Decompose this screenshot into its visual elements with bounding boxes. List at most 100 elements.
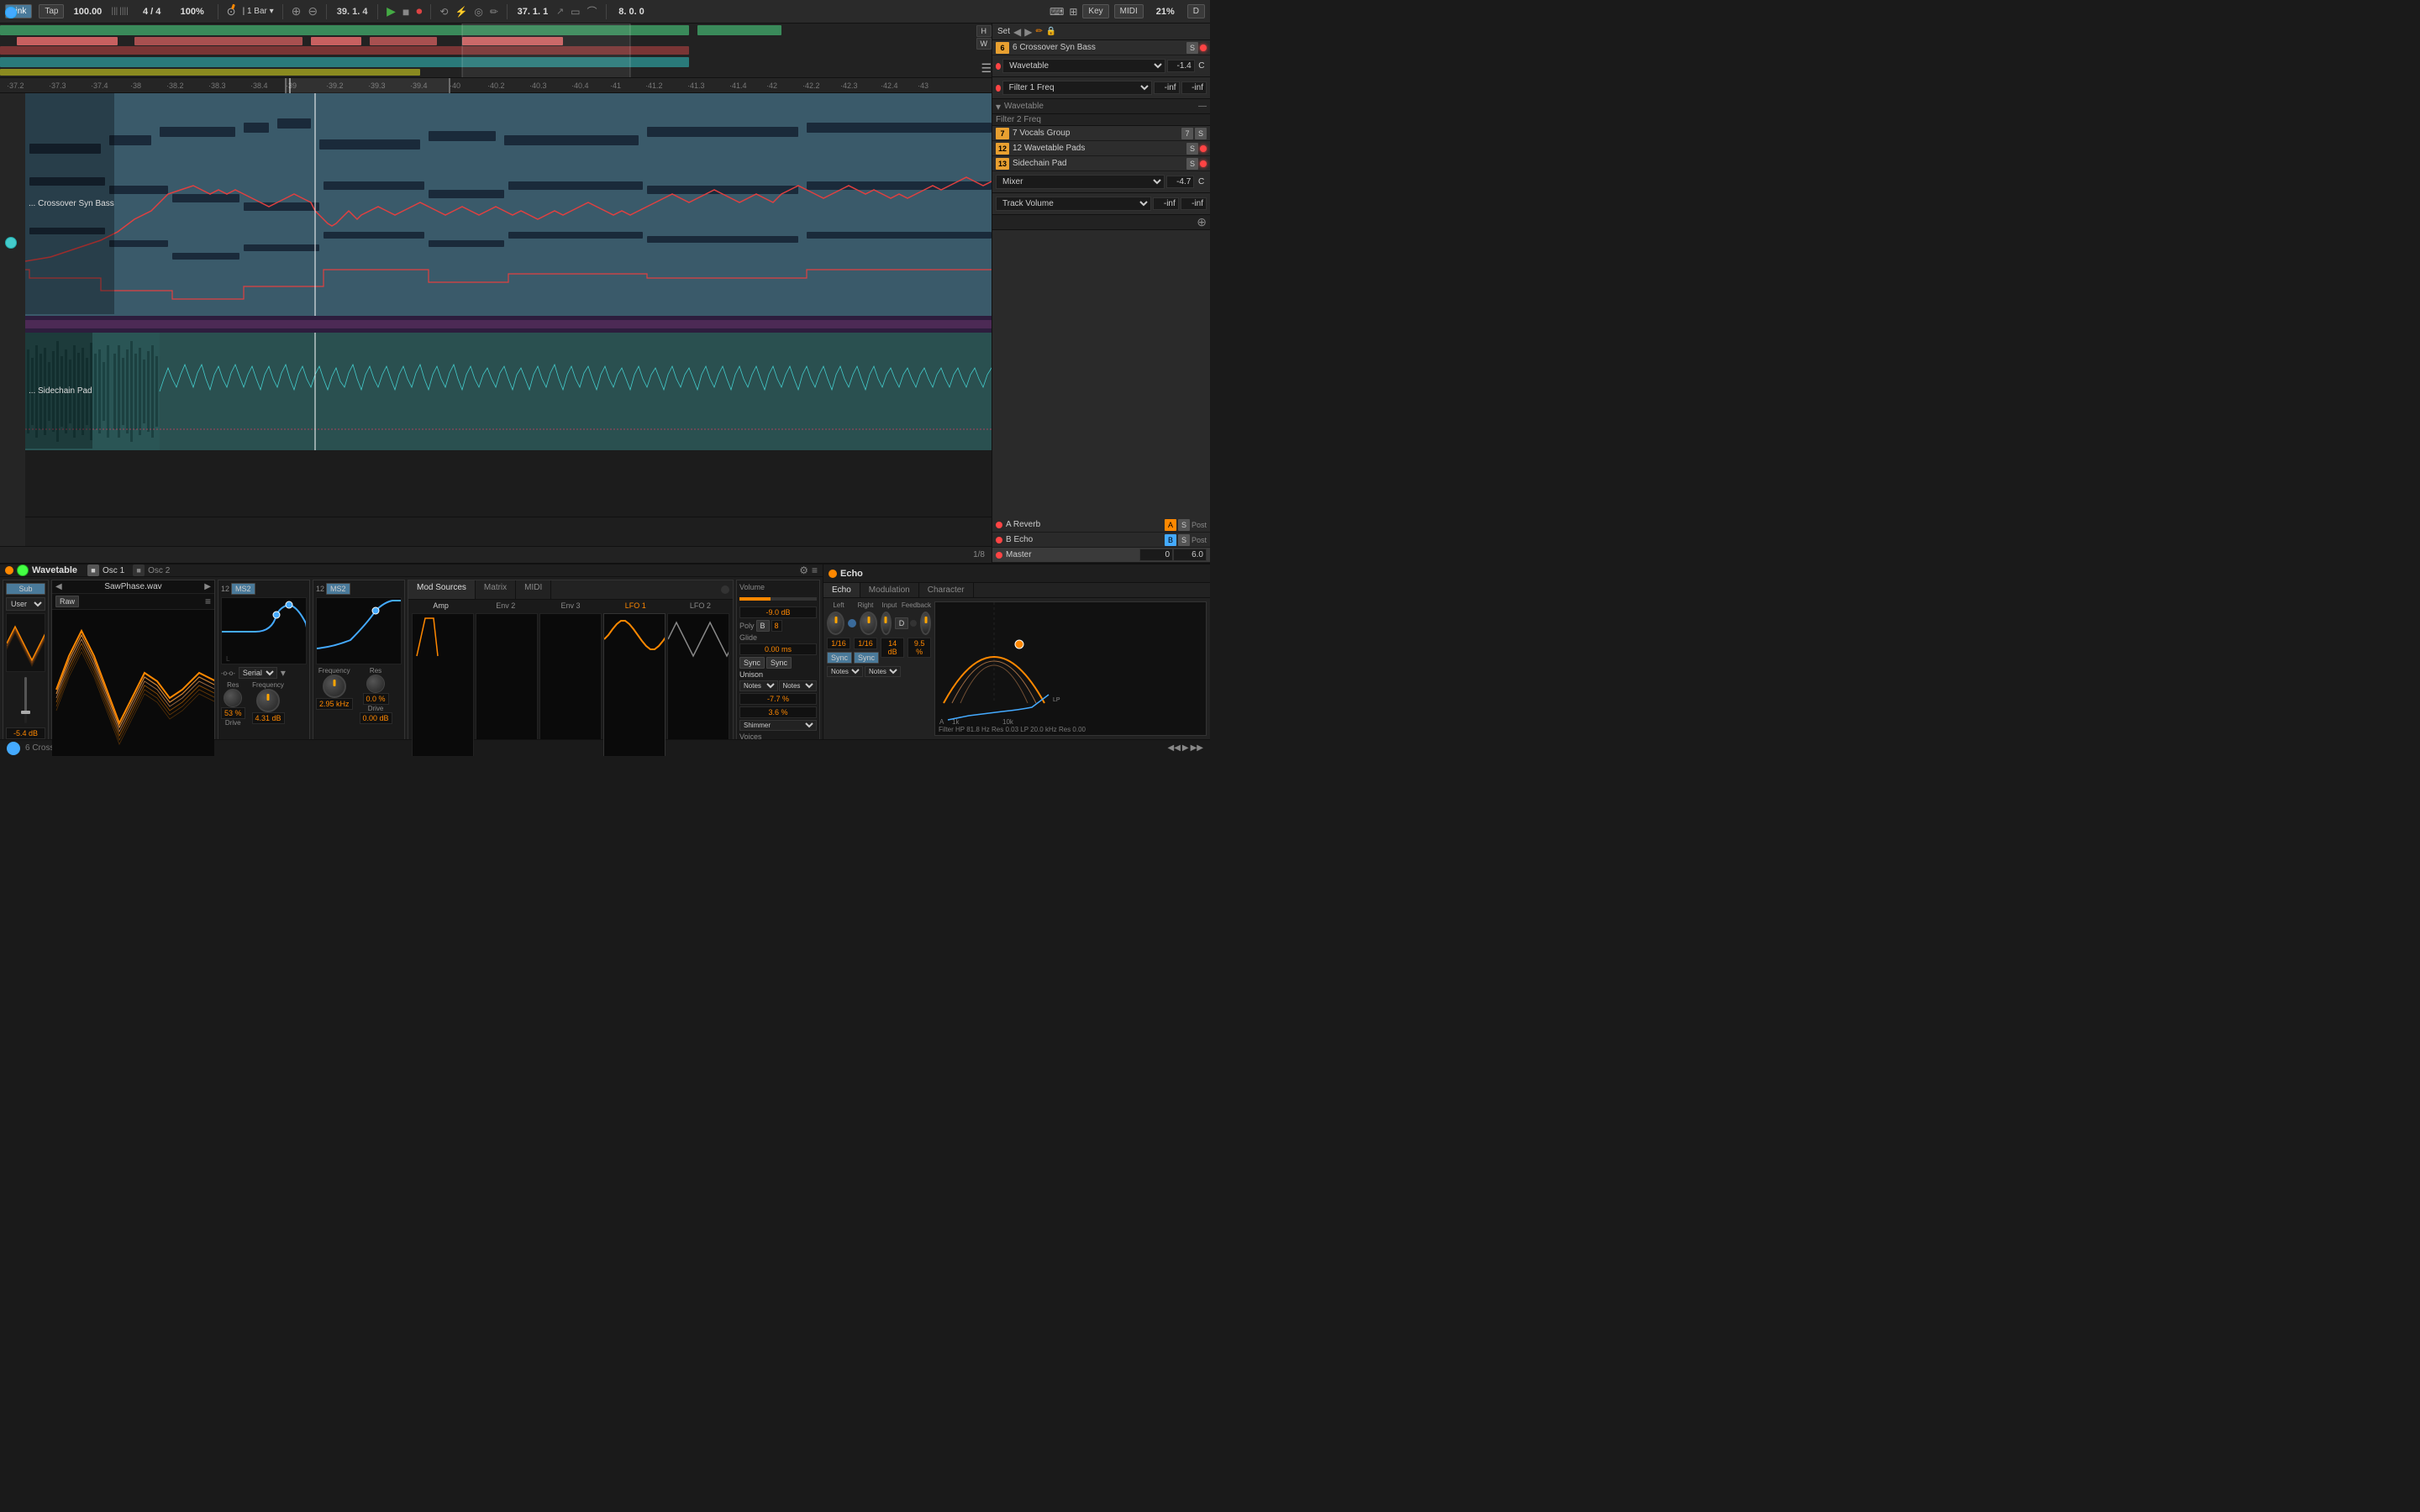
follow-icon[interactable]: ◎ <box>474 6 482 18</box>
filter1-val[interactable]: -inf <box>1154 81 1179 94</box>
return-b-btn[interactable]: B <box>1165 534 1176 546</box>
sub-btn[interactable]: Sub <box>6 583 45 595</box>
wavetable-settings-icon[interactable]: ⚙ <box>799 564 808 576</box>
waveform-prev[interactable]: ◀ <box>55 582 62 591</box>
left-knob[interactable] <box>827 612 844 635</box>
monitor-icon[interactable]: ▭ <box>571 6 580 18</box>
collapse-icon[interactable]: — <box>1198 102 1207 111</box>
d-button[interactable]: D <box>1187 4 1205 18</box>
env2-label[interactable]: Env 2 <box>476 601 534 610</box>
wt-settings-icon[interactable]: ≡ <box>205 596 211 607</box>
return-a-btn[interactable]: A <box>1165 519 1176 531</box>
poly-btn[interactable]: B <box>756 620 770 632</box>
mod-sources-tab[interactable]: Mod Sources <box>408 580 476 599</box>
power-led[interactable] <box>5 566 13 575</box>
track-vol-dropdown[interactable]: Track Volume <box>996 197 1151 211</box>
freq-knob[interactable] <box>256 689 280 712</box>
curve-icon[interactable]: ⌒ <box>587 4 597 18</box>
character-tab[interactable]: Character <box>919 583 974 597</box>
track13-s-btn[interactable]: S <box>1186 158 1198 170</box>
track-vol-val[interactable]: -inf <box>1153 197 1179 210</box>
sync-right-btn[interactable]: Sync <box>854 652 879 664</box>
zoom-level[interactable]: 100% <box>176 7 209 17</box>
lfo2-label[interactable]: LFO 2 <box>671 601 729 610</box>
osc2-tab[interactable]: ■ <box>133 564 145 576</box>
matrix-tab[interactable]: Matrix <box>476 580 516 599</box>
osc2-label[interactable]: Osc 2 <box>148 566 170 575</box>
amp-label[interactable]: Amp <box>412 601 470 610</box>
wavetable-more-icon[interactable]: ≡ <box>812 564 818 576</box>
fwd-nav-icon[interactable]: ▶ <box>1024 26 1032 38</box>
serial-select[interactable]: Serial <box>239 667 277 679</box>
bpm-display[interactable]: 100.00 <box>71 7 104 17</box>
osc1-tab[interactable]: ■ <box>87 564 99 576</box>
edit-icon[interactable]: ✏ <box>1035 27 1042 36</box>
sync-btn2[interactable]: Sync <box>766 657 792 669</box>
freq2-knob[interactable] <box>323 675 346 698</box>
track7-s-btn2[interactable]: S <box>1195 128 1207 139</box>
bar-mode[interactable]: | 1 Bar ▾ <box>243 7 274 16</box>
track1-clip[interactable] <box>25 93 992 316</box>
vol-horiz-slider[interactable] <box>739 593 817 605</box>
filter1-dropdown[interactable]: Filter 1 Freq <box>1002 81 1152 95</box>
wavetable-val1[interactable]: -1.4 <box>1167 60 1195 72</box>
hamburger-icon[interactable]: ☰ <box>981 61 992 76</box>
track-vol-val2[interactable]: -inf <box>1181 197 1207 210</box>
right-knob[interactable] <box>860 612 877 635</box>
res2-knob[interactable] <box>366 675 385 693</box>
osc1-label[interactable]: Osc 1 <box>103 566 124 575</box>
back-nav-icon[interactable]: ◀ <box>1013 26 1021 38</box>
lfo1-label[interactable]: LFO 1 <box>607 601 665 610</box>
res-knob[interactable] <box>224 689 242 707</box>
return-a-s[interactable]: S <box>1178 519 1190 531</box>
mixer-dropdown[interactable]: Mixer <box>996 175 1165 189</box>
track7-s-btn[interactable]: 7 <box>1181 128 1193 139</box>
midi-tab[interactable]: MIDI <box>516 580 551 599</box>
w-button[interactable]: W <box>976 38 992 50</box>
modulation-tab[interactable]: Modulation <box>860 583 919 597</box>
track12-s-btn[interactable]: S <box>1186 143 1198 155</box>
notes-select1[interactable]: Notes <box>739 680 778 691</box>
sync-left-btn[interactable]: Sync <box>827 652 852 664</box>
ms2-btn2[interactable]: MS2 <box>326 583 350 595</box>
link-dot[interactable] <box>848 619 856 627</box>
h-button[interactable]: H <box>976 25 992 37</box>
lock-icon[interactable]: 🔒 <box>1046 27 1056 36</box>
user-select[interactable]: User <box>6 597 45 611</box>
echo-notes-left[interactable]: Notes <box>827 666 863 677</box>
subtract-icon[interactable]: ⊖ <box>308 4 318 18</box>
d-btn[interactable]: D <box>895 617 909 629</box>
expand-icon[interactable]: ▾ <box>996 101 1001 113</box>
add-icon[interactable]: ⊕ <box>292 4 302 18</box>
mixer-val[interactable]: -4.7 <box>1166 176 1194 188</box>
add-clip-icon[interactable]: ⊕ <box>1197 215 1207 229</box>
input-knob[interactable] <box>881 612 892 635</box>
shimmer-select[interactable]: Shimmer <box>739 720 817 731</box>
draw-icon[interactable]: ✏ <box>490 6 498 18</box>
filter1-more-icon[interactable]: ▾ <box>281 667 286 679</box>
filter1-val2[interactable]: -inf <box>1181 81 1207 94</box>
waveform-next[interactable]: ▶ <box>204 582 211 591</box>
arrangement-pos[interactable]: 37. 1. 1 <box>516 7 550 17</box>
sync-btn1[interactable]: Sync <box>739 657 765 669</box>
tap-button[interactable]: Tap <box>39 4 64 18</box>
stop-button[interactable]: ■ <box>402 5 409 18</box>
d-dot[interactable] <box>910 620 917 627</box>
raw-btn[interactable]: Raw <box>55 596 79 607</box>
track2-clip[interactable] <box>25 333 992 450</box>
vol-slider[interactable] <box>6 675 45 725</box>
wavetable-dropdown[interactable]: Wavetable <box>1002 59 1165 73</box>
loop-icon[interactable]: ⟲ <box>439 6 448 18</box>
vol-handle[interactable] <box>21 711 30 714</box>
ms2-btn1[interactable]: MS2 <box>231 583 255 595</box>
time-sig[interactable]: 4 / 4 <box>135 7 169 17</box>
track6-s-btn[interactable]: S <box>1186 42 1198 54</box>
key-button[interactable]: Key <box>1082 4 1108 18</box>
play-button[interactable]: ▶ <box>387 4 396 18</box>
loop-start[interactable]: 39. 1. 4 <box>335 7 369 17</box>
master-val[interactable]: 0 <box>1139 549 1173 561</box>
echo-tab[interactable]: Echo <box>823 583 860 597</box>
punch-icon[interactable]: ⚡ <box>455 6 467 18</box>
time-display[interactable]: 8. 0. 0 <box>615 7 649 17</box>
feedback-knob[interactable] <box>920 612 931 635</box>
